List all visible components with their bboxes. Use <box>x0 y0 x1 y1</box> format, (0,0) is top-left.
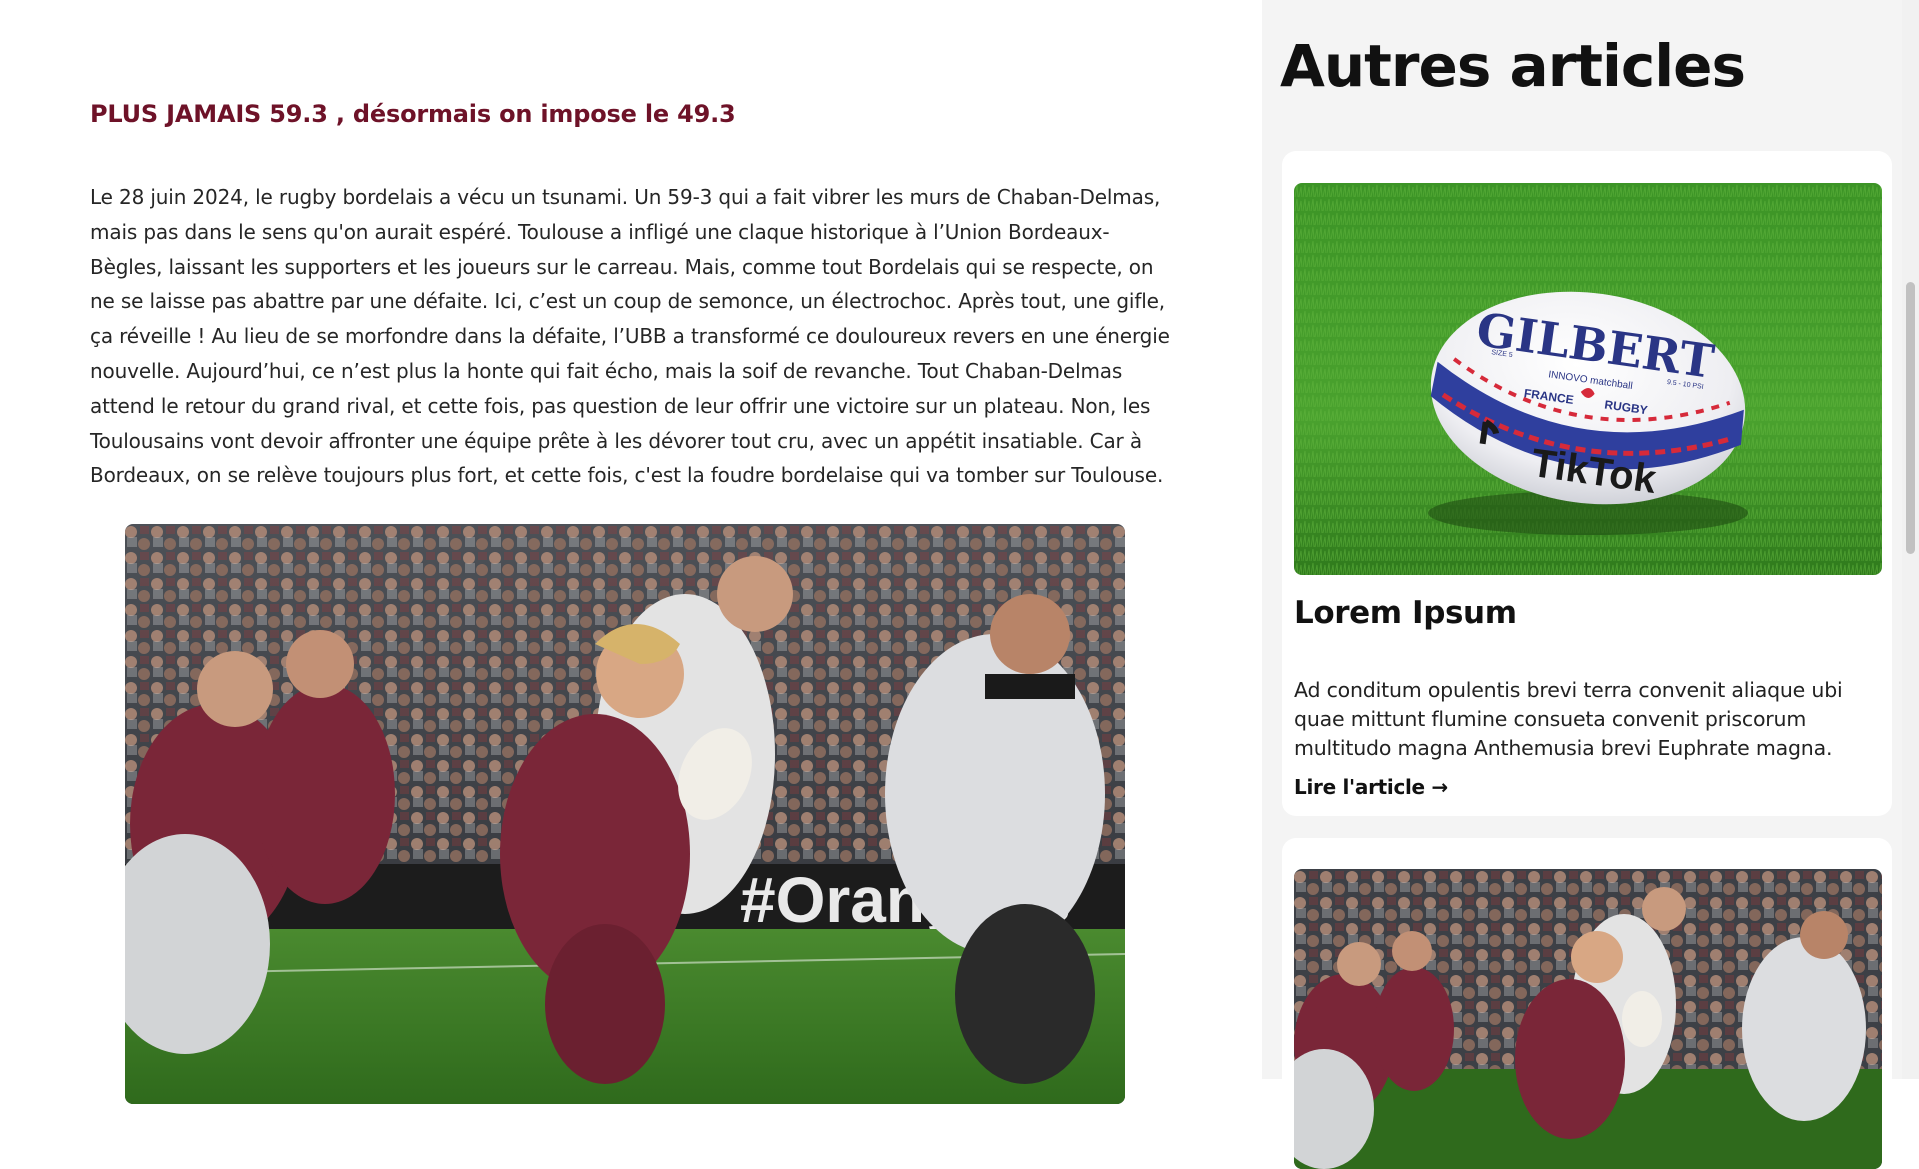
article-card[interactable]: GILBERT INNOVO matchball FRANCE RUGBY SI… <box>1282 151 1892 816</box>
card-image[interactable] <box>1294 869 1882 1169</box>
article-subtitle: PLUS JAMAIS 59.3 , désormais on impose l… <box>90 100 736 128</box>
sidebar: Autres articles GILBERT INNOVO matchball… <box>1262 0 1902 1169</box>
card-image[interactable]: GILBERT INNOVO matchball FRANCE RUGBY SI… <box>1294 183 1882 575</box>
rugby-match-photo-thumbnail <box>1294 869 1882 1169</box>
card-excerpt: Ad conditum opulentis brevi terra conven… <box>1294 678 1843 760</box>
article-body: Le 28 juin 2024, le rugby bordelais a vé… <box>90 185 1170 488</box>
sidebar-title: Autres articles <box>1280 32 1746 100</box>
scrollbar-thumb[interactable] <box>1906 282 1915 554</box>
read-article-link[interactable]: Lire l'article → <box>1294 775 1448 799</box>
page-scrollbar[interactable] <box>1902 0 1919 1079</box>
rugby-ball-photo: GILBERT INNOVO matchball FRANCE RUGBY SI… <box>1294 183 1882 575</box>
card-title[interactable]: Lorem Ipsum <box>1294 591 1517 635</box>
article-hero-image: #Orangeas <box>125 524 1125 1104</box>
article-main: PLUS JAMAIS 59.3 , désormais on impose l… <box>0 0 1262 1104</box>
article-card[interactable] <box>1282 838 1892 1169</box>
rugby-match-photo: #Orangeas <box>125 524 1125 1104</box>
